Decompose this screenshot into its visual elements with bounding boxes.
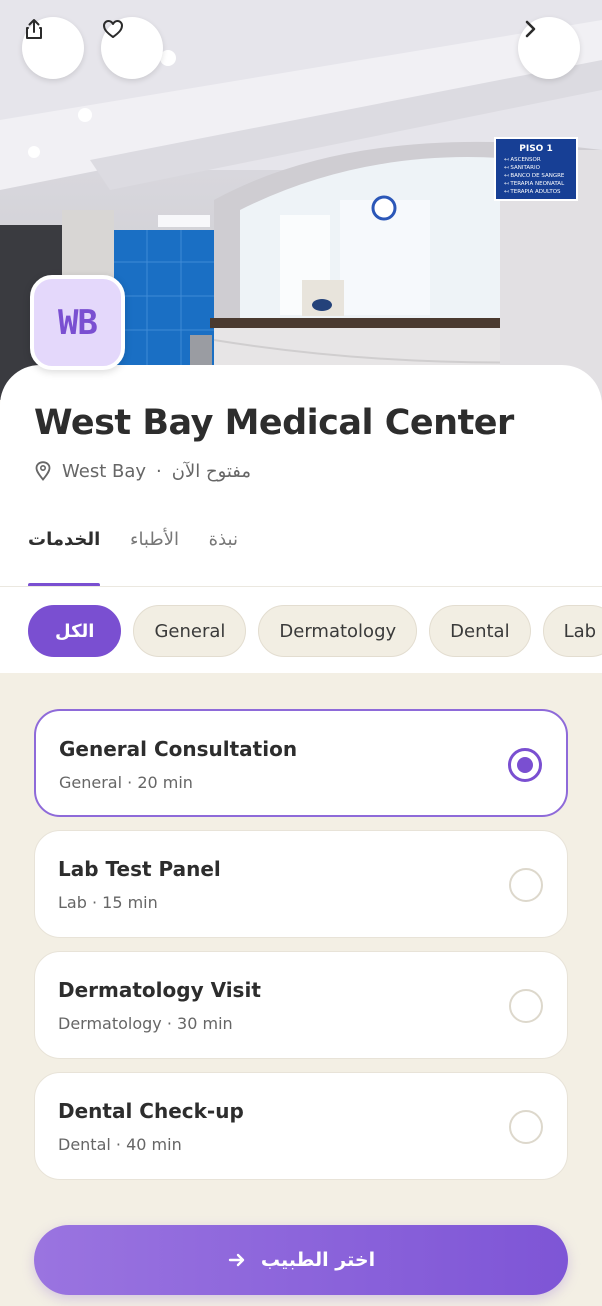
service-radio-selected[interactable]: [508, 748, 542, 782]
clinic-meta: West Bay · مفتوح الآن: [34, 459, 251, 483]
clinic-status: مفتوح الآن: [171, 460, 252, 482]
share-icon: [26, 19, 42, 39]
sign-line: ↤ BANCO DE SANGRE: [504, 173, 565, 179]
sign-line: ↤ ASCENSOR: [504, 157, 541, 163]
service-radio[interactable]: [509, 989, 543, 1023]
tabs: نبذة الأطباء الخدمات: [28, 525, 238, 587]
service-card[interactable]: Lab Test Panel Lab · 15 min: [34, 830, 568, 938]
clinic-logo-text: WB: [58, 302, 98, 343]
service-subtitle: Dental · 40 min: [58, 1135, 182, 1154]
clinic-info-panel: West Bay Medical Center West Bay · مفتوح…: [0, 365, 602, 673]
service-card[interactable]: Dermatology Visit Dermatology · 30 min: [34, 951, 568, 1059]
clinic-location: West Bay: [62, 460, 147, 482]
choose-doctor-button[interactable]: اختر الطبيب: [34, 1225, 568, 1295]
heart-icon: [103, 20, 123, 38]
service-card[interactable]: Dental Check-up Dental · 40 min: [34, 1072, 568, 1180]
service-card[interactable]: General Consultation General · 20 min: [34, 709, 568, 817]
service-subtitle: Dermatology · 30 min: [58, 1014, 233, 1033]
arrow-right-icon: [228, 1253, 245, 1267]
clinic-logo: WB: [30, 275, 125, 370]
sign-line: ↤ SANITARIO: [504, 165, 541, 171]
filter-chip-dental[interactable]: Dental: [429, 605, 531, 657]
tabs-divider: [0, 586, 602, 587]
service-subtitle: Lab · 15 min: [58, 893, 158, 912]
sign-title: PISO 1: [519, 144, 552, 154]
service-title: Dermatology Visit: [58, 978, 261, 1002]
next-button[interactable]: [518, 17, 580, 79]
meta-separator: ·: [156, 460, 162, 482]
choose-doctor-label: اختر الطبيب: [260, 1249, 376, 1271]
filter-chip-dermatology[interactable]: Dermatology: [258, 605, 418, 657]
service-title: Lab Test Panel: [58, 857, 221, 881]
filter-chip-all[interactable]: الكل: [28, 605, 122, 657]
tab-services[interactable]: الخدمات: [28, 525, 101, 587]
chevron-right-icon: [525, 20, 536, 38]
location-pin-icon: [35, 461, 51, 481]
service-radio[interactable]: [509, 1110, 543, 1144]
service-title: General Consultation: [59, 737, 298, 761]
service-subtitle: General · 20 min: [59, 773, 193, 792]
sign-line: ↤ TERAPIA NEONATAL: [504, 181, 565, 187]
tab-about[interactable]: نبذة: [209, 525, 238, 571]
share-button[interactable]: [22, 17, 84, 79]
favorite-button[interactable]: [101, 17, 163, 79]
service-radio[interactable]: [509, 868, 543, 902]
service-title: Dental Check-up: [58, 1099, 244, 1123]
filter-chip-general[interactable]: General: [133, 605, 247, 657]
sign-line: ↤ TERAPIA ADULTOS: [504, 189, 561, 195]
tab-doctors[interactable]: الأطباء: [130, 525, 179, 571]
clinic-name: West Bay Medical Center: [34, 403, 514, 443]
category-filters: الكل General Dermatology Dental Lab: [28, 605, 602, 657]
filter-chip-lab[interactable]: Lab: [542, 605, 602, 657]
